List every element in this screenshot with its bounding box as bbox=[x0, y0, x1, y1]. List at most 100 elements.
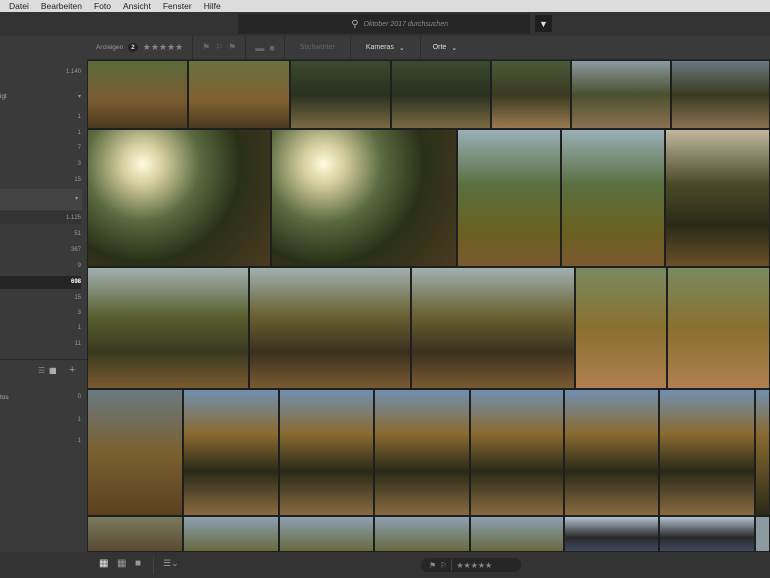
photo-thumbnail[interactable] bbox=[564, 389, 659, 516]
rating-stars[interactable]: ★★★★★ bbox=[143, 42, 183, 53]
photo-thumbnail[interactable] bbox=[561, 129, 665, 267]
count: 1 bbox=[77, 114, 81, 120]
group-label: igt bbox=[0, 93, 7, 100]
photo-thumbnail[interactable] bbox=[249, 267, 411, 389]
divider bbox=[451, 559, 453, 571]
menu-foto[interactable]: Foto bbox=[94, 1, 111, 11]
photo-thumbnail[interactable] bbox=[457, 129, 561, 267]
all-photos-count: 1.140 bbox=[65, 69, 81, 75]
menu-bearbeiten[interactable]: Bearbeiten bbox=[41, 1, 82, 11]
sidebar-footer bbox=[0, 552, 87, 578]
sidebar: 1.140 igt ▾ 1 1 7 3 15 ▾ 1.125 51 367 9 … bbox=[0, 36, 87, 552]
photo-thumbnail[interactable] bbox=[671, 60, 770, 129]
photo-thumbnail[interactable] bbox=[391, 60, 491, 129]
reject-flag-icon[interactable]: ⚑ bbox=[228, 42, 236, 53]
count: 3 bbox=[77, 161, 81, 167]
photo-thumbnail[interactable] bbox=[575, 267, 667, 389]
photo-thumbnail[interactable] bbox=[564, 516, 659, 552]
photo-thumbnail[interactable] bbox=[665, 129, 770, 267]
count: 11 bbox=[74, 341, 81, 347]
photo-thumbnail[interactable] bbox=[659, 389, 755, 516]
video-type-icon[interactable]: ■ bbox=[269, 43, 274, 53]
rating-stars[interactable]: ★★★★★ bbox=[456, 561, 492, 570]
flag-filter[interactable]: ⚑ ⚐ ⚑ bbox=[193, 36, 247, 59]
grid-view-icon[interactable]: ▦ bbox=[49, 366, 57, 375]
count: 51 bbox=[74, 231, 81, 237]
count: 15 bbox=[74, 295, 81, 301]
add-album-icon[interactable]: + bbox=[69, 364, 75, 376]
photo-thumbnail[interactable] bbox=[188, 60, 290, 129]
photo-type-icon[interactable]: ▬ bbox=[255, 43, 264, 53]
count: 15 bbox=[74, 177, 81, 183]
cameras-label: Kameras bbox=[365, 44, 394, 51]
photo-thumbnail[interactable] bbox=[755, 516, 770, 552]
sidebar-group-2-header[interactable]: ▾ bbox=[0, 189, 82, 210]
pick-flag-icon[interactable]: ⚑ bbox=[429, 561, 436, 570]
photo-grid-view-icon[interactable]: ▦ bbox=[99, 558, 108, 569]
rating-operator[interactable]: 2 bbox=[128, 43, 138, 52]
photo-thumbnail[interactable] bbox=[667, 267, 770, 389]
cameras-dropdown[interactable]: Kameras ⌄ bbox=[351, 36, 421, 59]
square-grid-view-icon[interactable]: ▦ bbox=[117, 558, 126, 569]
divider bbox=[0, 359, 87, 360]
photo-thumbnail[interactable] bbox=[87, 389, 183, 516]
photo-thumbnail[interactable] bbox=[659, 516, 755, 552]
sidebar-item-selected[interactable] bbox=[0, 276, 81, 289]
album-label[interactable]: tos bbox=[0, 394, 9, 401]
photo-thumbnail[interactable] bbox=[470, 389, 564, 516]
reject-flag-icon[interactable]: ⚐ bbox=[440, 561, 447, 570]
count: 0 bbox=[77, 394, 81, 400]
photo-thumbnail[interactable] bbox=[411, 267, 575, 389]
filter-button[interactable]: ▼ bbox=[535, 15, 552, 32]
search-icon: ⚲ bbox=[351, 18, 359, 30]
divider bbox=[153, 556, 154, 574]
search-input[interactable]: ⚲ Oktober 2017 durchsuchen bbox=[238, 14, 530, 34]
count: 1 bbox=[77, 417, 81, 423]
sort-icon[interactable]: ☰⌄ bbox=[163, 558, 179, 569]
caret-down-icon: ▾ bbox=[77, 94, 81, 100]
places-dropdown[interactable]: Orte ⌄ bbox=[421, 36, 470, 59]
count: 1.125 bbox=[65, 215, 81, 221]
detail-view-icon[interactable]: ■ bbox=[135, 558, 141, 569]
photo-thumbnail[interactable] bbox=[374, 516, 470, 552]
menu-fenster[interactable]: Fenster bbox=[163, 1, 192, 11]
photo-thumbnail[interactable] bbox=[183, 516, 279, 552]
places-label: Orte bbox=[432, 44, 447, 51]
photo-thumbnail[interactable] bbox=[183, 389, 279, 516]
filter-bar: Anzeigen 2 ★★★★★ ⚑ ⚐ ⚑ ▬ ■ Stichwörter Kame… bbox=[87, 36, 770, 60]
caret-down-icon: ▾ bbox=[74, 196, 78, 202]
photo-thumbnail[interactable] bbox=[470, 516, 564, 552]
photo-thumbnail[interactable] bbox=[755, 389, 770, 516]
type-filter[interactable]: ▬ ■ bbox=[246, 36, 285, 59]
menu-hilfe[interactable]: Hilfe bbox=[204, 1, 221, 11]
count: 698 bbox=[70, 279, 81, 285]
menu-ansicht[interactable]: Ansicht bbox=[123, 1, 151, 11]
chevron-down-icon: ⌄ bbox=[398, 44, 405, 52]
photo-thumbnail[interactable] bbox=[491, 60, 571, 129]
list-view-icon[interactable]: ☰ bbox=[38, 366, 45, 375]
photo-thumbnail[interactable] bbox=[87, 516, 183, 552]
pick-flag-icon[interactable]: ⚑ bbox=[202, 42, 210, 53]
photo-thumbnail[interactable] bbox=[279, 389, 374, 516]
menu-datei[interactable]: Datei bbox=[9, 1, 29, 11]
photo-thumbnail[interactable] bbox=[87, 60, 188, 129]
count: 1 bbox=[77, 438, 81, 444]
rating-filter: Anzeigen 2 ★★★★★ bbox=[87, 36, 194, 59]
photo-thumbnail[interactable] bbox=[87, 267, 249, 389]
photo-thumbnail[interactable] bbox=[87, 129, 271, 267]
flag-rating-control: ⚑ ⚐ ★★★★★ bbox=[421, 558, 521, 572]
title-bar: ⚲ Oktober 2017 durchsuchen ▼ bbox=[0, 12, 770, 36]
count: 3 bbox=[77, 310, 81, 316]
photo-thumbnail[interactable] bbox=[290, 60, 391, 129]
show-label: Anzeigen bbox=[96, 44, 124, 51]
photo-thumbnail[interactable] bbox=[571, 60, 671, 129]
photo-thumbnail[interactable] bbox=[374, 389, 470, 516]
sidebar-group-1[interactable]: igt ▾ bbox=[0, 91, 81, 103]
count: 1 bbox=[77, 130, 81, 136]
unflagged-icon[interactable]: ⚐ bbox=[215, 42, 223, 53]
count: 367 bbox=[70, 247, 81, 253]
photo-thumbnail[interactable] bbox=[279, 516, 374, 552]
photo-thumbnail[interactable] bbox=[271, 129, 457, 267]
chevron-down-icon: ⌄ bbox=[451, 44, 458, 52]
keywords-filter[interactable]: Stichwörter bbox=[285, 36, 351, 59]
